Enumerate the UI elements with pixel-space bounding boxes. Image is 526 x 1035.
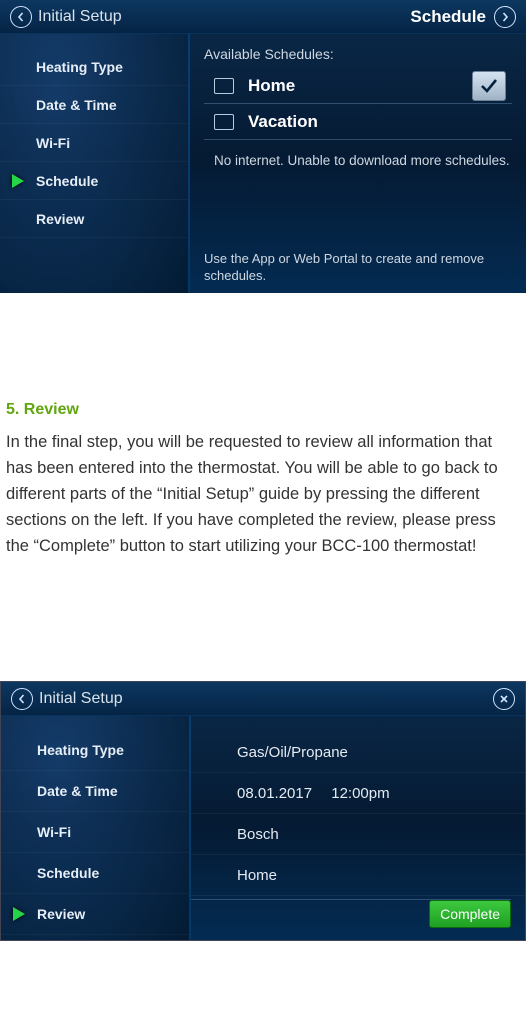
schedule-name: Home xyxy=(248,76,464,96)
nav-item-label: Heating Type xyxy=(36,59,123,75)
nav-item-label: Review xyxy=(36,211,84,227)
nav-item-wifi[interactable]: Wi-Fi xyxy=(1,812,189,853)
nav-item-review[interactable]: Review xyxy=(1,894,189,935)
forward-icon[interactable] xyxy=(494,6,516,28)
check-icon xyxy=(480,78,498,94)
nav-item-date-time[interactable]: Date & Time xyxy=(1,771,189,812)
nav-item-label: Review xyxy=(37,906,85,922)
titlebar: Initial Setup xyxy=(1,682,525,716)
schedule-row-vacation[interactable]: Vacation xyxy=(204,104,512,140)
nav-item-label: Schedule xyxy=(36,173,98,189)
section-body: In the final step, you will be requested… xyxy=(6,429,520,559)
review-main-panel: Gas/Oil/Propane 08.01.2017 12:00pm Bosch… xyxy=(191,716,525,940)
nav-item-heating-type[interactable]: Heating Type xyxy=(0,48,188,86)
select-schedule-button[interactable] xyxy=(472,71,506,101)
no-internet-status: No internet. Unable to download more sch… xyxy=(214,152,512,171)
schedule-row-home[interactable]: Home xyxy=(204,68,512,104)
nav-item-label: Schedule xyxy=(37,865,99,881)
nav-item-schedule[interactable]: Schedule xyxy=(1,853,189,894)
schedule-footnote: Use the App or Web Portal to create and … xyxy=(204,250,512,285)
review-value-date-time: 08.01.2017 12:00pm xyxy=(191,773,525,814)
review-screen: Initial Setup Heating Type Date & Time W… xyxy=(0,681,526,941)
review-value-schedule: Home xyxy=(191,855,525,896)
close-icon[interactable] xyxy=(493,688,515,710)
review-value-heating-type: Gas/Oil/Propane xyxy=(191,732,525,773)
nav-item-review[interactable]: Review xyxy=(0,200,188,238)
manual-section-review: 5. Review In the final step, you will be… xyxy=(0,293,526,681)
back-icon[interactable] xyxy=(10,6,32,28)
schedule-screen: Initial Setup Schedule Heating Type Date… xyxy=(0,0,526,293)
titlebar-left-label: Initial Setup xyxy=(38,8,122,26)
nav-item-label: Wi-Fi xyxy=(37,824,71,840)
nav-item-schedule[interactable]: Schedule xyxy=(0,162,188,200)
back-icon[interactable] xyxy=(11,688,33,710)
titlebar: Initial Setup Schedule xyxy=(0,0,526,34)
schedule-name: Vacation xyxy=(248,112,506,132)
setup-step-nav: Heating Type Date & Time Wi-Fi Schedule … xyxy=(0,34,190,293)
schedule-main-panel: Available Schedules: Home Vacation No in… xyxy=(190,34,526,293)
active-marker-icon xyxy=(13,907,25,921)
nav-item-label: Heating Type xyxy=(37,742,124,758)
nav-item-heating-type[interactable]: Heating Type xyxy=(1,730,189,771)
setup-step-nav: Heating Type Date & Time Wi-Fi Schedule … xyxy=(1,716,191,940)
nav-item-label: Wi-Fi xyxy=(36,135,70,151)
available-schedules-label: Available Schedules: xyxy=(204,46,512,62)
nav-item-wifi[interactable]: Wi-Fi xyxy=(0,124,188,162)
review-value-wifi: Bosch xyxy=(191,814,525,855)
nav-item-label: Date & Time xyxy=(37,783,118,799)
section-heading: 5. Review xyxy=(6,401,520,419)
nav-item-label: Date & Time xyxy=(36,97,117,113)
titlebar-left-label: Initial Setup xyxy=(39,690,123,708)
active-marker-icon xyxy=(12,174,24,188)
nav-item-date-time[interactable]: Date & Time xyxy=(0,86,188,124)
titlebar-right-label: Schedule xyxy=(410,7,486,27)
checkbox-icon[interactable] xyxy=(214,114,234,130)
checkbox-icon[interactable] xyxy=(214,78,234,94)
complete-button[interactable]: Complete xyxy=(429,900,511,928)
